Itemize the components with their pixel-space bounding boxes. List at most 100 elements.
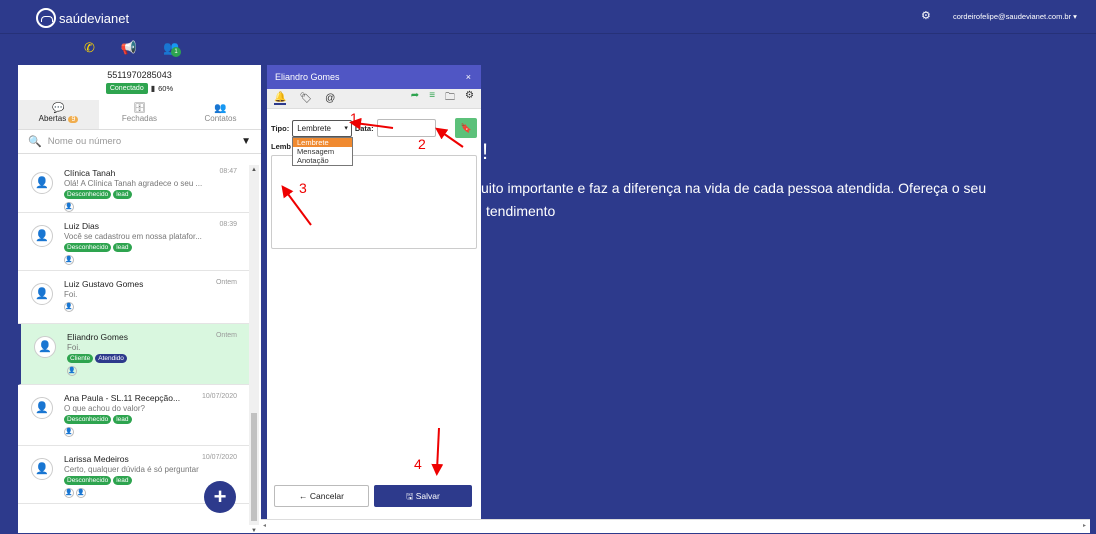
contacts-icon: 👥 [214, 103, 227, 114]
list-item[interactable]: 👤 Ana Paula - SL.11 Recepção... 10/07/20… [18, 385, 249, 446]
timestamp: Ontem [215, 279, 237, 286]
share-icon[interactable]: ➦ [411, 90, 419, 107]
list-item-active[interactable]: 👤 Eliandro Gomes Ontem Foi. Cliente Atend… [18, 324, 249, 385]
timestamp: Ontem [215, 332, 237, 339]
date-field[interactable] [376, 119, 437, 137]
new-conversation-button[interactable]: + [204, 481, 236, 513]
option-lembrete[interactable]: Lembrete [293, 138, 352, 147]
scroll-right-icon[interactable]: ▸ [1083, 522, 1086, 529]
agent-avatar: 👤 [67, 366, 77, 376]
tag: Cliente [67, 354, 94, 363]
conversations-panel: 5511970285043 Conectado ▮ 60% 💬 Abertas … [18, 65, 261, 534]
modal-title: Eliandro Gomes [275, 72, 340, 82]
group-badge: 1 [171, 47, 182, 57]
tag: lead [113, 243, 132, 252]
folder-icon[interactable]: 🗀 [445, 90, 455, 107]
agent-avatar: 👤 [64, 202, 74, 212]
list-item[interactable]: 👤 Clínica Tanah 08:47 Olá! A Clínica Tan… [18, 165, 249, 213]
modal-toolbar: 🔔 🏷 @ ➦ ≡ 🗀 ⚙ [267, 89, 481, 109]
agent-avatar: 👤 [64, 255, 74, 265]
channel-bar: ✆ 📢 👥 1 [84, 40, 182, 57]
avatar: 👤 [31, 283, 53, 305]
list-item[interactable]: 👤 Luiz Gustavo Gomes Ontem Foi. 👤 [18, 271, 249, 324]
tipo-dropdown: Lembrete Mensagem Anotação [292, 137, 353, 166]
scroll-thumb[interactable] [251, 413, 257, 521]
top-bar: saúdevianet ⚙ cordeirofelipe@saudevianet… [0, 0, 1096, 34]
tab-label: Fechadas [121, 114, 158, 123]
modal-header: Eliandro Gomes × [267, 65, 481, 89]
horizontal-scrollbar[interactable]: ◂ ▸ [261, 519, 1090, 533]
reminder-modal: Eliandro Gomes × 🔔 🏷 @ ➦ ≡ 🗀 ⚙ Tipo: Lem… [267, 65, 481, 533]
welcome-line-1: uito importante e faz a diferença na vid… [481, 180, 987, 196]
last-message: Foi. [64, 290, 78, 299]
search-bar: 🔍 Nome ou número ▼ [18, 130, 261, 154]
annotation-4: 4 [414, 456, 422, 472]
scroll-down-icon[interactable]: ▼ [251, 528, 257, 534]
save-button[interactable]: 🖫 Salvar [374, 485, 472, 507]
tab-label: Contatos [204, 114, 237, 123]
tab-contatos[interactable]: 👥 Contatos [180, 100, 261, 129]
count-badge: 9 [68, 116, 79, 123]
tag: Desconhecido [64, 415, 112, 424]
tag: lead [113, 415, 132, 424]
settings-gear-icon[interactable]: ⚙ [921, 9, 931, 22]
list-item[interactable]: 👤 Luiz Dias 08:39 Você se cadastrou em n… [18, 213, 249, 271]
reminder-textarea[interactable] [271, 155, 477, 249]
tag: Desconhecido [64, 476, 112, 485]
search-input[interactable]: Nome ou número [48, 136, 121, 147]
conversation-list: 👤 Clínica Tanah 08:47 Olá! A Clínica Tan… [18, 165, 249, 533]
agent-avatar: 👤 [64, 427, 74, 437]
cloud-logo-icon [36, 8, 56, 28]
scroll-up-icon[interactable]: ▲ [251, 167, 257, 173]
battery-level: 60% [158, 84, 174, 93]
group-icon[interactable]: 👥 1 [163, 40, 182, 57]
scroll-left-icon[interactable]: ◂ [263, 522, 266, 529]
list-scrollbar[interactable]: ▲ ▼ [249, 165, 259, 534]
tipo-label: Tipo: [271, 123, 290, 133]
last-message: Olá! A Clínica Tanah agradece o seu ... [64, 179, 203, 188]
at-icon[interactable]: @ [325, 93, 335, 104]
status-badge: Conectado [105, 83, 148, 94]
tipo-select[interactable]: Lembrete ▾ [292, 119, 352, 137]
avatar: 👤 [31, 397, 53, 419]
option-anotacao[interactable]: Anotação [293, 156, 352, 165]
tag: Atendido [95, 354, 127, 363]
close-icon[interactable]: × [466, 72, 471, 82]
timestamp: 08:39 [219, 221, 237, 228]
tipo-value: Lembrete [297, 123, 331, 133]
tag-icon[interactable]: 🏷 [299, 93, 312, 104]
gear-icon[interactable]: ⚙ [465, 90, 474, 107]
timestamp: 10/07/2020 [201, 454, 237, 461]
welcome-line-2: tendimento [486, 203, 556, 219]
bell-icon[interactable]: 🔔 [274, 92, 287, 105]
chevron-down-icon: ▾ [344, 124, 348, 132]
search-icon: 🔍 [28, 136, 42, 148]
list-icon[interactable]: ≡ [429, 90, 435, 107]
annotation-2: 2 [418, 136, 426, 152]
agent-avatar: 👤 [64, 488, 74, 498]
annotation-1: 1 [350, 110, 358, 126]
megaphone-icon[interactable]: 📢 [121, 40, 137, 56]
timestamp: 08:47 [219, 168, 237, 175]
tag: lead [113, 190, 132, 199]
timestamp: 10/07/2020 [201, 393, 237, 400]
last-message: Foi. [67, 343, 81, 352]
agent-avatar: 👤 [64, 302, 74, 312]
brand-logo[interactable]: saúdevianet [36, 8, 129, 28]
chat-icon: 💬 [52, 103, 65, 114]
bookmark-save-button[interactable]: 🔖 [455, 118, 477, 138]
filter-icon[interactable]: ▼ [241, 136, 251, 147]
last-message: Certo, qualquer dúvida é só perguntar [64, 465, 199, 474]
tab-fechadas[interactable]: 🗄 Fechadas [99, 100, 180, 129]
avatar: 👤 [31, 225, 53, 247]
last-message: Você se cadastrou em nossa platafor... [64, 232, 202, 241]
archive-icon: 🗄 [133, 103, 146, 114]
tab-abertas[interactable]: 💬 Abertas 9 [18, 100, 99, 129]
agent-avatar: 👤 [76, 488, 86, 498]
user-menu[interactable]: cordeirofelipe@saudevianet.com.br ▾ [953, 12, 1077, 21]
cancel-button[interactable]: ← Cancelar [274, 485, 369, 507]
whatsapp-icon[interactable]: ✆ [84, 40, 95, 56]
tag: lead [113, 476, 132, 485]
option-mensagem[interactable]: Mensagem [293, 147, 352, 156]
phone-number: 5511970285043 [107, 70, 172, 80]
